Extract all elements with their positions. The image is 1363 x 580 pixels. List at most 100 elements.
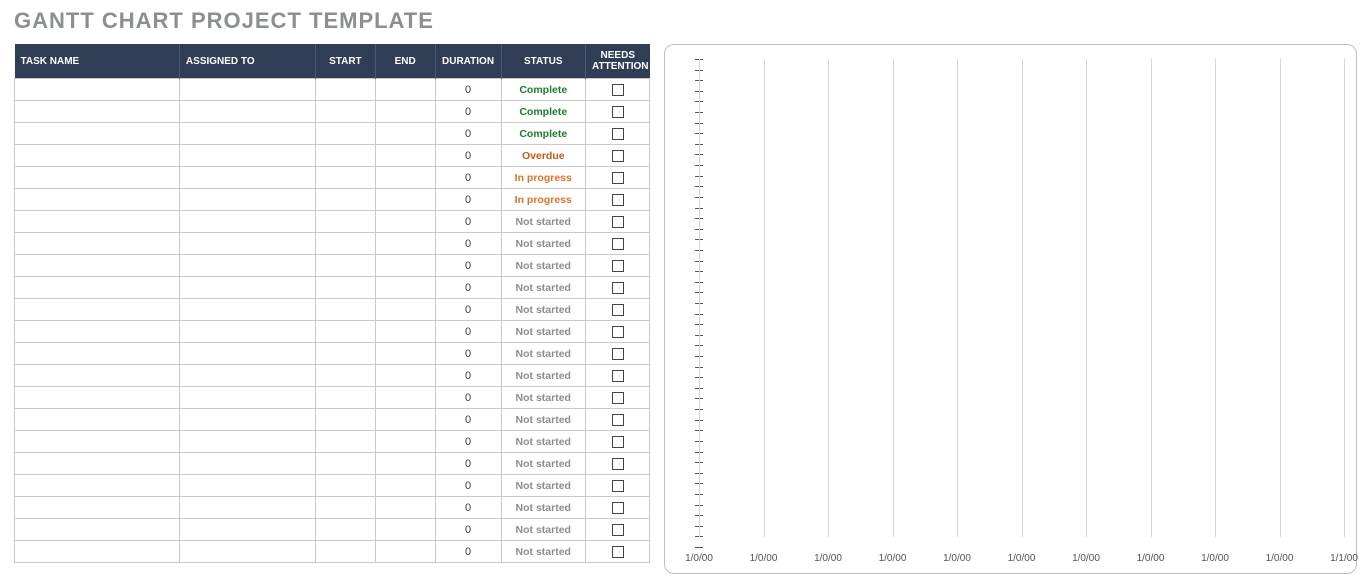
end-cell[interactable] — [375, 321, 435, 343]
assigned-to-cell[interactable] — [179, 145, 315, 167]
duration-cell[interactable]: 0 — [435, 189, 501, 211]
assigned-to-cell[interactable] — [179, 497, 315, 519]
status-cell[interactable]: Not started — [501, 277, 586, 299]
needs-attention-cell[interactable] — [586, 79, 650, 101]
assigned-to-cell[interactable] — [179, 519, 315, 541]
status-cell[interactable]: Complete — [501, 79, 586, 101]
end-cell[interactable] — [375, 387, 435, 409]
duration-cell[interactable]: 0 — [435, 123, 501, 145]
checkbox-icon[interactable] — [612, 84, 624, 96]
duration-cell[interactable]: 0 — [435, 299, 501, 321]
duration-cell[interactable]: 0 — [435, 431, 501, 453]
needs-attention-cell[interactable] — [586, 189, 650, 211]
assigned-to-cell[interactable] — [179, 343, 315, 365]
needs-attention-cell[interactable] — [586, 365, 650, 387]
status-cell[interactable]: Overdue — [501, 145, 586, 167]
assigned-to-cell[interactable] — [179, 453, 315, 475]
assigned-to-cell[interactable] — [179, 321, 315, 343]
status-cell[interactable]: Not started — [501, 519, 586, 541]
status-cell[interactable]: Not started — [501, 299, 586, 321]
task-name-cell[interactable] — [15, 233, 180, 255]
start-cell[interactable] — [315, 101, 375, 123]
status-cell[interactable]: Not started — [501, 321, 586, 343]
status-cell[interactable]: Not started — [501, 541, 586, 563]
checkbox-icon[interactable] — [612, 304, 624, 316]
end-cell[interactable] — [375, 365, 435, 387]
needs-attention-cell[interactable] — [586, 145, 650, 167]
duration-cell[interactable]: 0 — [435, 365, 501, 387]
needs-attention-cell[interactable] — [586, 211, 650, 233]
needs-attention-cell[interactable] — [586, 475, 650, 497]
end-cell[interactable] — [375, 145, 435, 167]
needs-attention-cell[interactable] — [586, 299, 650, 321]
assigned-to-cell[interactable] — [179, 475, 315, 497]
checkbox-icon[interactable] — [612, 194, 624, 206]
needs-attention-cell[interactable] — [586, 101, 650, 123]
duration-cell[interactable]: 0 — [435, 497, 501, 519]
end-cell[interactable] — [375, 123, 435, 145]
needs-attention-cell[interactable] — [586, 431, 650, 453]
status-cell[interactable]: Not started — [501, 343, 586, 365]
task-name-cell[interactable] — [15, 387, 180, 409]
task-name-cell[interactable] — [15, 519, 180, 541]
task-name-cell[interactable] — [15, 299, 180, 321]
task-name-cell[interactable] — [15, 79, 180, 101]
task-name-cell[interactable] — [15, 453, 180, 475]
checkbox-icon[interactable] — [612, 150, 624, 162]
start-cell[interactable] — [315, 365, 375, 387]
task-name-cell[interactable] — [15, 189, 180, 211]
end-cell[interactable] — [375, 453, 435, 475]
end-cell[interactable] — [375, 475, 435, 497]
end-cell[interactable] — [375, 255, 435, 277]
assigned-to-cell[interactable] — [179, 277, 315, 299]
needs-attention-cell[interactable] — [586, 453, 650, 475]
status-cell[interactable]: Not started — [501, 475, 586, 497]
needs-attention-cell[interactable] — [586, 519, 650, 541]
end-cell[interactable] — [375, 343, 435, 365]
end-cell[interactable] — [375, 431, 435, 453]
checkbox-icon[interactable] — [612, 238, 624, 250]
duration-cell[interactable]: 0 — [435, 145, 501, 167]
end-cell[interactable] — [375, 233, 435, 255]
status-cell[interactable]: Not started — [501, 409, 586, 431]
task-name-cell[interactable] — [15, 321, 180, 343]
needs-attention-cell[interactable] — [586, 277, 650, 299]
needs-attention-cell[interactable] — [586, 541, 650, 563]
start-cell[interactable] — [315, 167, 375, 189]
assigned-to-cell[interactable] — [179, 409, 315, 431]
start-cell[interactable] — [315, 409, 375, 431]
duration-cell[interactable]: 0 — [435, 475, 501, 497]
needs-attention-cell[interactable] — [586, 409, 650, 431]
start-cell[interactable] — [315, 387, 375, 409]
checkbox-icon[interactable] — [612, 216, 624, 228]
task-name-cell[interactable] — [15, 343, 180, 365]
needs-attention-cell[interactable] — [586, 321, 650, 343]
needs-attention-cell[interactable] — [586, 255, 650, 277]
checkbox-icon[interactable] — [612, 502, 624, 514]
start-cell[interactable] — [315, 299, 375, 321]
assigned-to-cell[interactable] — [179, 167, 315, 189]
status-cell[interactable]: Not started — [501, 365, 586, 387]
end-cell[interactable] — [375, 541, 435, 563]
checkbox-icon[interactable] — [612, 436, 624, 448]
end-cell[interactable] — [375, 277, 435, 299]
needs-attention-cell[interactable] — [586, 497, 650, 519]
task-name-cell[interactable] — [15, 101, 180, 123]
task-name-cell[interactable] — [15, 541, 180, 563]
duration-cell[interactable]: 0 — [435, 277, 501, 299]
assigned-to-cell[interactable] — [179, 79, 315, 101]
duration-cell[interactable]: 0 — [435, 409, 501, 431]
start-cell[interactable] — [315, 123, 375, 145]
duration-cell[interactable]: 0 — [435, 387, 501, 409]
assigned-to-cell[interactable] — [179, 189, 315, 211]
start-cell[interactable] — [315, 277, 375, 299]
checkbox-icon[interactable] — [612, 326, 624, 338]
status-cell[interactable]: Complete — [501, 101, 586, 123]
start-cell[interactable] — [315, 255, 375, 277]
end-cell[interactable] — [375, 211, 435, 233]
assigned-to-cell[interactable] — [179, 387, 315, 409]
checkbox-icon[interactable] — [612, 480, 624, 492]
start-cell[interactable] — [315, 475, 375, 497]
assigned-to-cell[interactable] — [179, 211, 315, 233]
end-cell[interactable] — [375, 497, 435, 519]
